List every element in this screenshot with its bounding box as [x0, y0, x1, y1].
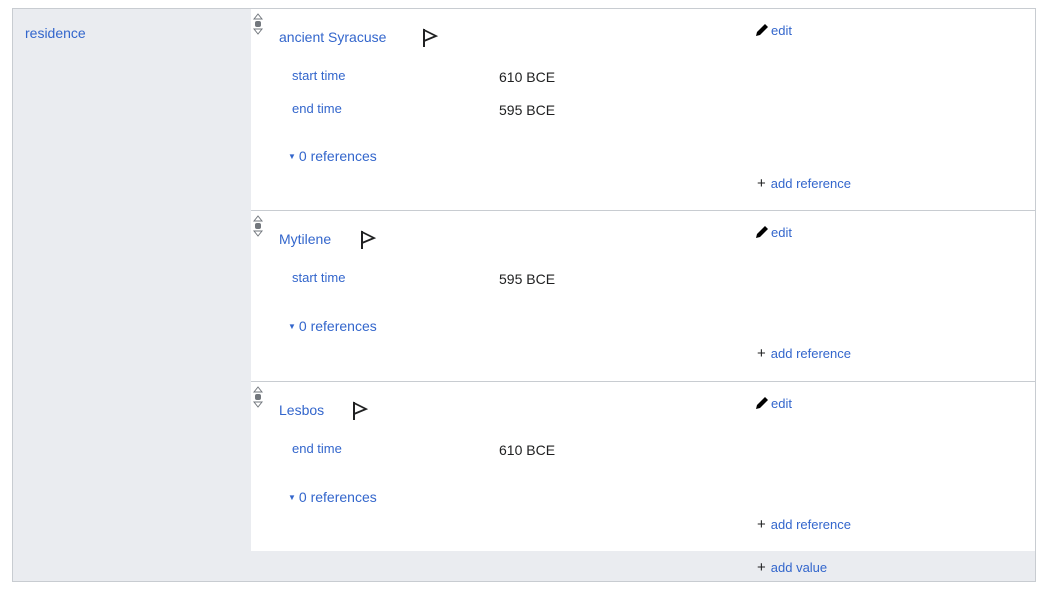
flag-icon — [353, 401, 369, 420]
rank-normal-icon[interactable] — [253, 215, 263, 237]
add-value-button[interactable]: + add value — [757, 559, 827, 576]
plus-icon: + — [757, 516, 766, 533]
statement-group-residence: residence ancient Syracuse edit start ti… — [12, 8, 1036, 582]
plus-icon: + — [757, 345, 766, 362]
qualifier-value: 595 BCE — [499, 102, 556, 118]
statement-ancient-syracuse: ancient Syracuse edit start time 610 BCE… — [251, 9, 1035, 211]
plus-icon: + — [757, 175, 766, 192]
qualifier-value: 610 BCE — [499, 69, 556, 85]
qualifier-property[interactable]: start time — [292, 270, 345, 285]
edit-button[interactable]: edit — [755, 225, 792, 240]
edit-button[interactable]: edit — [755, 396, 792, 411]
references-toggle[interactable]: ▼ 0 references — [288, 318, 377, 334]
rank-normal-icon[interactable] — [253, 386, 263, 408]
pencil-icon — [756, 226, 768, 238]
statement-lesbos: Lesbos edit end time 610 BCE ▼ 0 referenc… — [251, 382, 1035, 551]
triangle-down-icon: ▼ — [288, 322, 296, 331]
references-toggle[interactable]: ▼ 0 references — [288, 489, 377, 505]
pencil-icon — [756, 397, 768, 409]
qualifier-property[interactable]: end time — [292, 101, 342, 116]
statement-mytilene: Mytilene edit start time 595 BCE ▼ 0 refe… — [251, 211, 1035, 382]
qualifier-property[interactable]: end time — [292, 441, 342, 456]
property-label[interactable]: residence — [25, 25, 86, 41]
flag-icon — [361, 230, 377, 249]
edit-button[interactable]: edit — [755, 23, 792, 38]
qualifier-property[interactable]: start time — [292, 68, 345, 83]
add-reference-button[interactable]: + add reference — [757, 175, 851, 192]
add-reference-button[interactable]: + add reference — [757, 345, 851, 362]
references-toggle[interactable]: ▼ 0 references — [288, 148, 377, 164]
add-reference-button[interactable]: + add reference — [757, 516, 851, 533]
qualifier-value: 595 BCE — [499, 271, 556, 287]
plus-icon: + — [757, 559, 766, 576]
statement-value[interactable]: ancient Syracuse — [279, 29, 386, 45]
triangle-down-icon: ▼ — [288, 152, 296, 161]
triangle-down-icon: ▼ — [288, 493, 296, 502]
pencil-icon — [756, 24, 768, 36]
statement-value[interactable]: Mytilene — [279, 231, 331, 247]
statement-value[interactable]: Lesbos — [279, 402, 324, 418]
flag-icon — [423, 28, 439, 47]
rank-normal-icon[interactable] — [253, 13, 263, 35]
qualifier-value: 610 BCE — [499, 442, 556, 458]
